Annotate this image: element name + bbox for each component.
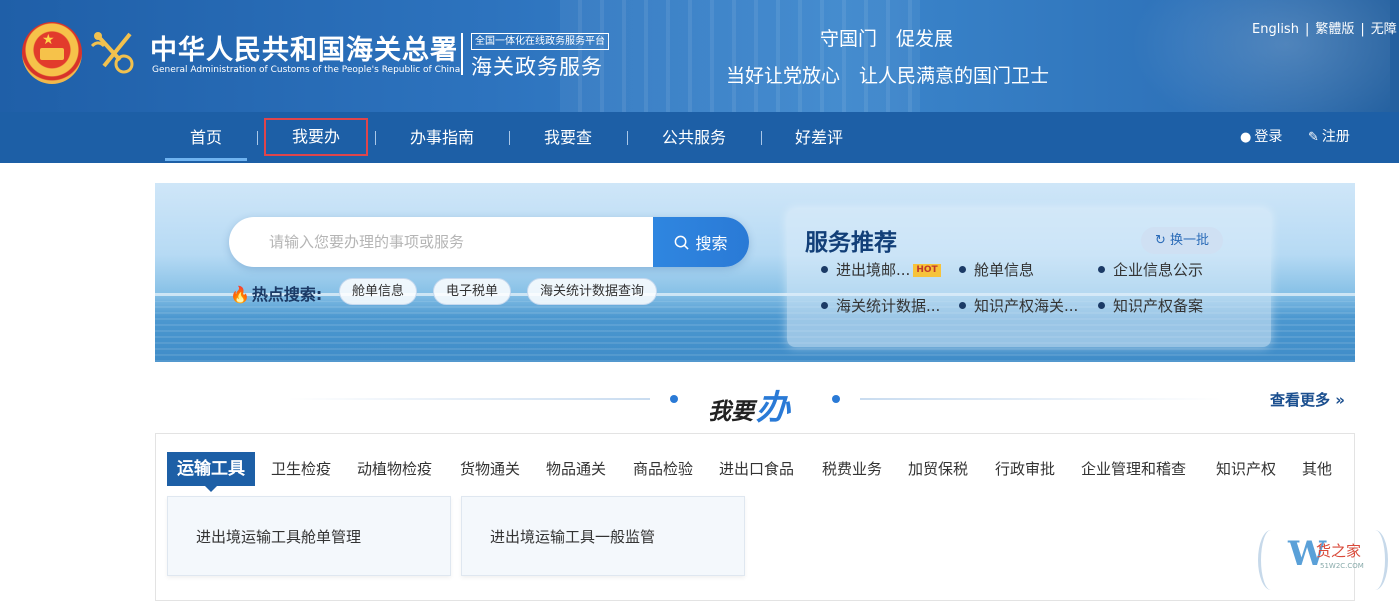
search-banner: 搜索 🔥热点搜索: 舱单信息 电子税单 海关统计数据查询 服务推荐 ↻ 换一批 … bbox=[155, 183, 1355, 362]
login-link[interactable]: ● 登录 bbox=[1240, 112, 1282, 163]
watermark-logo: W 货之家 51W2C.COM bbox=[1258, 530, 1388, 594]
slogan-line1: 守国门 促发展 bbox=[820, 28, 954, 50]
bullet-icon bbox=[821, 266, 828, 273]
hot-tag-manifest[interactable]: 舱单信息 bbox=[339, 278, 418, 305]
laurel-icon bbox=[1362, 530, 1388, 590]
recommend-item[interactable]: 海关统计数据... bbox=[821, 295, 940, 316]
bullet-icon bbox=[959, 302, 966, 309]
accessibility-link[interactable]: 无障 bbox=[1371, 22, 1397, 37]
service-card[interactable]: 进出境运输工具一般监管 bbox=[461, 496, 745, 576]
recommend-item[interactable]: 进出境邮... HOT bbox=[821, 259, 941, 280]
national-emblem-icon: ★ bbox=[22, 22, 82, 84]
tab-plant-animal-quarantine[interactable]: 动植物检疫 bbox=[357, 452, 432, 486]
refresh-icon: ↻ bbox=[1155, 233, 1171, 248]
nav-review[interactable]: 好差评 bbox=[786, 112, 852, 163]
user-icon: ● bbox=[1240, 130, 1252, 145]
edit-icon: ✎ bbox=[1308, 130, 1319, 145]
watermark-url: 51W2C.COM bbox=[1320, 562, 1364, 570]
slogan-line2: 当好让党放心 让人民满意的国门卫士 bbox=[726, 65, 1050, 87]
tab-import-export-food[interactable]: 进出口食品 bbox=[719, 452, 794, 486]
tab-other[interactable]: 其他 bbox=[1302, 452, 1332, 486]
search-button-label: 搜索 bbox=[695, 234, 728, 253]
tab-articles-clearance[interactable]: 物品通关 bbox=[546, 452, 606, 486]
fire-icon: 🔥 bbox=[230, 285, 250, 304]
nav-separator bbox=[257, 131, 258, 145]
site-header: ★ 中华人民共和国海关总署 General Administration of … bbox=[0, 0, 1399, 112]
nav-public-service[interactable]: 公共服务 bbox=[654, 112, 734, 163]
nav-home[interactable]: 首页 bbox=[165, 112, 247, 163]
hot-badge: HOT bbox=[913, 264, 941, 277]
nav-query[interactable]: 我要查 bbox=[536, 112, 600, 163]
nav-separator bbox=[509, 131, 510, 145]
section-line-left bbox=[288, 398, 650, 400]
search-icon bbox=[675, 235, 690, 250]
language-bar: English | 繁體版 | 无障 bbox=[1252, 18, 1397, 37]
tab-bonded[interactable]: 加贸保税 bbox=[908, 452, 968, 486]
tab-commodity-inspection[interactable]: 商品检验 bbox=[633, 452, 693, 486]
recommend-title: 服务推荐 bbox=[805, 230, 897, 256]
hot-tag-statistics[interactable]: 海关统计数据查询 bbox=[527, 278, 658, 305]
view-more-link[interactable]: 查看更多 » bbox=[1270, 389, 1345, 410]
main-nav: 首页 我要办 办事指南 我要查 公共服务 好差评 ● 登录 ✎ 注册 bbox=[0, 112, 1399, 163]
recommend-item[interactable]: 舱单信息 bbox=[959, 259, 1034, 280]
customs-key-logo-icon bbox=[90, 32, 134, 74]
recommend-item[interactable]: 企业信息公示 bbox=[1098, 259, 1203, 280]
laurel-icon bbox=[1258, 530, 1284, 590]
hot-search-label: 🔥 热点搜索: bbox=[230, 285, 323, 304]
hot-tag-tax-bill[interactable]: 电子税单 bbox=[433, 278, 512, 305]
lang-traditional-link[interactable]: 繁體版 bbox=[1315, 22, 1354, 37]
title-divider bbox=[461, 33, 463, 75]
bullet-icon bbox=[821, 302, 828, 309]
site-title: 中华人民共和国海关总署 bbox=[150, 35, 458, 66]
nav-separator bbox=[627, 131, 628, 145]
double-chevron-right-icon: » bbox=[1330, 391, 1345, 409]
section-dot bbox=[670, 395, 678, 403]
nav-separator bbox=[761, 131, 762, 145]
tab-ip[interactable]: 知识产权 bbox=[1216, 452, 1276, 486]
header-building-graphic bbox=[560, 0, 920, 112]
header-decoration bbox=[1130, 0, 1390, 112]
section-dot bbox=[832, 395, 840, 403]
tab-admin-approval[interactable]: 行政审批 bbox=[995, 452, 1055, 486]
platform-tag: 全国一体化在线政务服务平台 bbox=[471, 33, 609, 50]
service-card[interactable]: 进出境运输工具舱单管理 bbox=[167, 496, 451, 576]
service-recommend-panel: 服务推荐 ↻ 换一批 进出境邮... HOT 舱单信息 企业信息公示 海关统计数据… bbox=[787, 209, 1271, 347]
register-label: 注册 bbox=[1321, 129, 1350, 145]
platform-name: 海关政务服务 bbox=[471, 55, 603, 79]
refresh-button[interactable]: ↻ 换一批 bbox=[1141, 227, 1224, 254]
lang-separator: | bbox=[1304, 22, 1310, 37]
tab-health-quarantine[interactable]: 卫生检疫 bbox=[271, 452, 331, 486]
bullet-icon bbox=[959, 266, 966, 273]
section-line-right bbox=[860, 398, 1222, 400]
register-link[interactable]: ✎ 注册 bbox=[1308, 112, 1350, 163]
tab-transport[interactable]: 运输工具 bbox=[167, 452, 255, 492]
search-input[interactable] bbox=[229, 217, 653, 267]
recommend-item[interactable]: 知识产权备案 bbox=[1098, 295, 1203, 316]
search-box: 搜索 bbox=[229, 217, 749, 267]
lang-english-link[interactable]: English bbox=[1252, 22, 1299, 37]
tab-goods-clearance[interactable]: 货物通关 bbox=[460, 452, 520, 486]
nav-apply[interactable]: 我要办 bbox=[264, 118, 368, 156]
category-panel: 运输工具 卫生检疫 动植物检疫 货物通关 物品通关 商品检验 进出口食品 税费业… bbox=[155, 433, 1355, 601]
site-title-en: General Administration of Customs of the… bbox=[152, 65, 461, 75]
recommend-item[interactable]: 知识产权海关... bbox=[959, 295, 1078, 316]
bullet-icon bbox=[1098, 302, 1105, 309]
tab-tax[interactable]: 税费业务 bbox=[822, 452, 882, 486]
tab-enterprise-audit[interactable]: 企业管理和稽查 bbox=[1081, 452, 1186, 486]
section-title: 我要办 bbox=[708, 388, 790, 428]
watermark-name: 货之家 bbox=[1316, 542, 1362, 560]
login-label: 登录 bbox=[1254, 129, 1283, 145]
lang-separator: | bbox=[1360, 22, 1365, 37]
nav-separator bbox=[375, 131, 376, 145]
nav-guide[interactable]: 办事指南 bbox=[400, 112, 484, 163]
search-button[interactable]: 搜索 bbox=[653, 217, 749, 267]
bullet-icon bbox=[1098, 266, 1105, 273]
